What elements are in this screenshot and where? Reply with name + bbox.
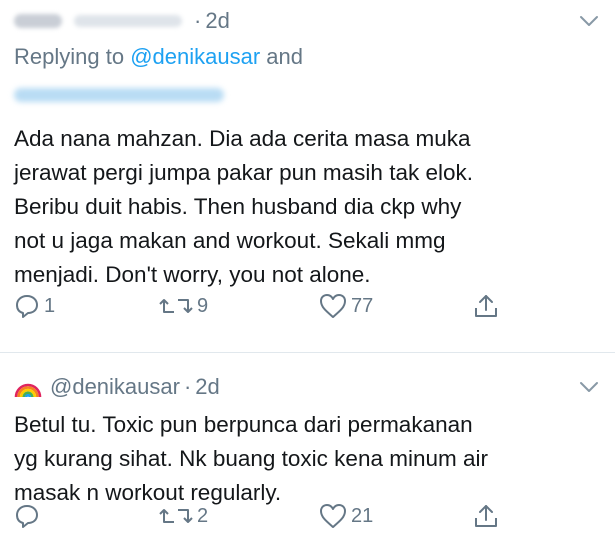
- retweet-button[interactable]: 2: [159, 504, 208, 528]
- tweet-1-line: Ada nana mahzan. Dia ada cerita masa muk…: [14, 126, 471, 151]
- tweet-1-timestamp[interactable]: 2d: [205, 8, 229, 34]
- reply-icon: [16, 295, 38, 318]
- separator-dot: ·: [194, 8, 202, 33]
- retweet-count: 2: [197, 504, 209, 527]
- tweet-2-line: Betul tu. Toxic pun berpunca dari permak…: [14, 412, 473, 437]
- like-count: 77: [351, 294, 374, 317]
- share-icon: [475, 505, 497, 527]
- chevron-down-icon[interactable]: [579, 14, 599, 28]
- heart-icon: [320, 294, 346, 318]
- tweet-1-text: Ada nana mahzan. Dia ada cerita masa muk…: [14, 122, 599, 292]
- like-button[interactable]: 77: [319, 293, 373, 319]
- share-button[interactable]: [474, 503, 498, 529]
- blurred-mention[interactable]: [14, 88, 224, 102]
- tweet-2-timestamp[interactable]: 2d: [195, 374, 219, 400]
- chevron-down-icon[interactable]: [579, 380, 599, 394]
- tweet-2-line: yg kurang sihat. Nk buang toxic kena min…: [14, 446, 488, 471]
- retweet-count: 9: [197, 294, 209, 317]
- tweet-divider: [0, 352, 615, 353]
- reply-count: 1: [44, 294, 56, 317]
- replying-to-mention[interactable]: @denikausar: [130, 44, 260, 69]
- tweet-2-handle[interactable]: @denikausar: [50, 374, 180, 400]
- tweet-1-line: Beribu duit habis. Then husband dia ckp …: [14, 194, 462, 219]
- tweet-1-line: not u jaga makan and workout. Sekali mmg: [14, 228, 446, 253]
- retweet-icon: [159, 509, 193, 523]
- tweet-1-line: jerawat pergi jumpa pakar pun masih tak …: [14, 160, 473, 185]
- retweet-icon: [159, 299, 193, 313]
- reply-button[interactable]: [14, 503, 44, 529]
- tweet-1-header: · 2d: [14, 6, 230, 36]
- blurred-username: [74, 15, 182, 27]
- tweet-reply-1[interactable]: · 2d Replying to @denikausar and Ada nan…: [0, 0, 615, 352]
- tweet-2-header: @denikausar · 2d: [14, 372, 220, 402]
- heart-icon: [320, 504, 346, 528]
- tweet-1-line: menjadi. Don't worry, you not alone.: [14, 262, 371, 287]
- reply-icon: [16, 505, 38, 528]
- tweet-2-line: masak n workout regularly.: [14, 480, 282, 505]
- like-button[interactable]: 21: [319, 503, 373, 529]
- reply-button[interactable]: 1: [14, 293, 55, 319]
- blurred-display-name: [14, 14, 62, 28]
- replying-to: Replying to @denikausar and: [14, 44, 303, 69]
- tweet-2-text: Betul tu. Toxic pun berpunca dari permak…: [14, 408, 599, 510]
- retweet-button[interactable]: 9: [159, 294, 208, 318]
- separator-dot: ·: [183, 374, 192, 399]
- rainbow-icon: [14, 383, 42, 398]
- like-count: 21: [351, 504, 374, 527]
- share-icon: [475, 295, 497, 317]
- share-button[interactable]: [474, 293, 498, 319]
